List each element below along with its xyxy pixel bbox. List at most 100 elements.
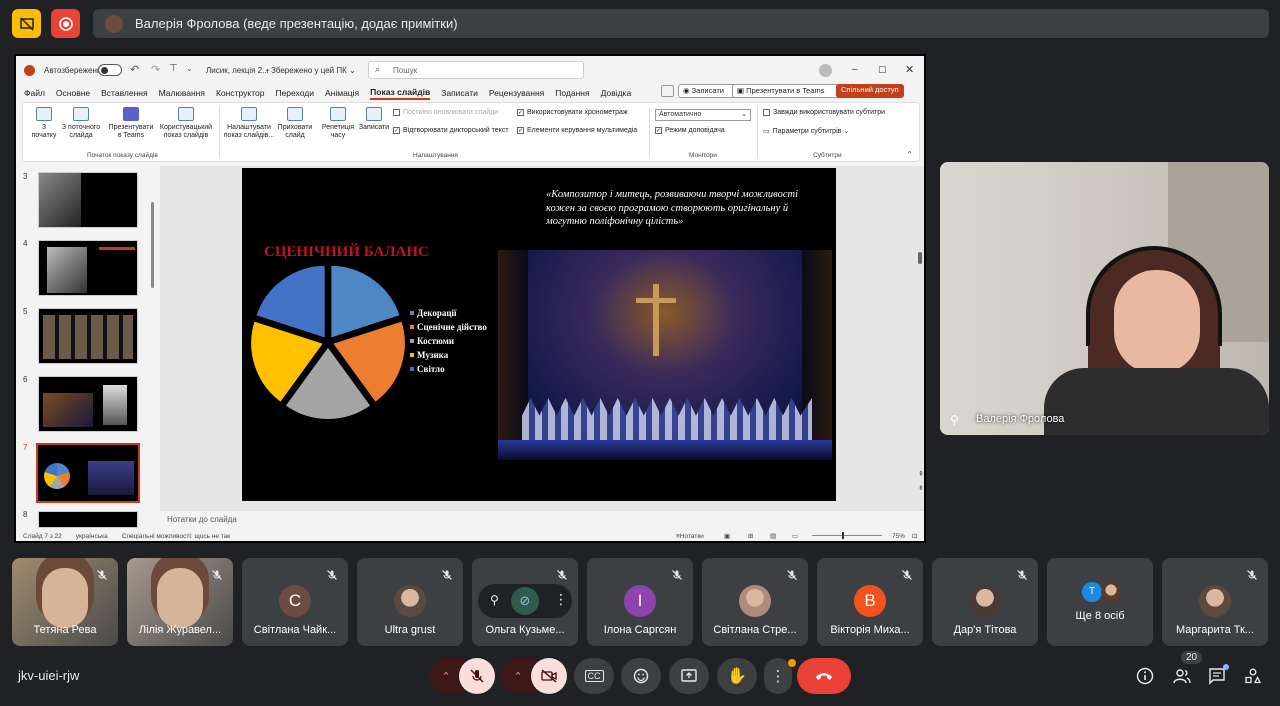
participant-tile[interactable]: В Вікторія Миха... bbox=[817, 558, 923, 646]
present-icon[interactable]: ⊤ bbox=[169, 63, 178, 74]
sorter-view-icon[interactable]: ⊞ bbox=[748, 532, 753, 540]
rehearse-button[interactable]: Репетиція часу bbox=[319, 107, 357, 140]
chat-button[interactable] bbox=[1208, 664, 1229, 690]
present-off-button[interactable] bbox=[12, 9, 41, 38]
mic-off-icon bbox=[470, 669, 484, 683]
reactions-button[interactable] bbox=[621, 658, 661, 694]
slide-thumbnail-3[interactable] bbox=[38, 172, 138, 228]
tab-view[interactable]: Подання bbox=[555, 88, 589, 98]
prev-slide-icon[interactable]: ⇞ bbox=[918, 470, 924, 478]
language-status[interactable]: українська bbox=[76, 533, 108, 540]
mic-toggle-button[interactable] bbox=[459, 658, 495, 694]
redo-icon[interactable]: ↷ bbox=[151, 63, 160, 76]
tab-animations[interactable]: Анімація bbox=[325, 88, 359, 98]
slide-thumbnail-7-selected[interactable] bbox=[36, 443, 140, 503]
tab-slideshow[interactable]: Показ слайдів bbox=[370, 87, 431, 100]
camera-options-button[interactable]: ⌃ bbox=[501, 658, 535, 694]
participant-tile[interactable]: Лілія Журавел... bbox=[127, 558, 233, 646]
hide-slide-button[interactable]: Приховати слайд bbox=[276, 107, 314, 140]
participant-tile[interactable]: Дар'я Тітова bbox=[932, 558, 1038, 646]
participant-tile[interactable]: С Світлана Чайк... bbox=[242, 558, 348, 646]
more-options-button[interactable]: ⋮ bbox=[764, 658, 796, 694]
participant-tile[interactable]: Ultra grust bbox=[357, 558, 463, 646]
normal-view-icon[interactable]: ▣ bbox=[724, 532, 730, 540]
editor-scrollbar[interactable] bbox=[918, 252, 922, 264]
participant-tile[interactable]: Тетяна Рева bbox=[12, 558, 118, 646]
slide-thumbnail-8[interactable] bbox=[38, 511, 138, 528]
raise-hand-button[interactable]: ✋ bbox=[717, 658, 757, 694]
record-ribbon-button[interactable]: Записати bbox=[357, 107, 391, 132]
participant-tile[interactable]: Світлана Стре... bbox=[702, 558, 808, 646]
media-controls-checkbox[interactable]: ✓ Елементи керування мультимедіа bbox=[517, 127, 637, 134]
zoom-slider[interactable] bbox=[812, 532, 882, 539]
presenter-video-tile[interactable]: ⚲ Валерія Фролова bbox=[940, 162, 1269, 435]
setup-show-button[interactable]: Налаштувати показ слайдів... bbox=[223, 107, 275, 140]
pin-icon[interactable]: ⚲ bbox=[490, 593, 499, 607]
loop-updated-checkbox[interactable]: Постійно оновлювати слайди bbox=[393, 109, 498, 116]
thumbnails-scrollbar[interactable] bbox=[151, 202, 154, 288]
more-vert-icon[interactable]: ⋮ bbox=[554, 591, 568, 608]
meeting-code[interactable]: jkv-uiei-rjw bbox=[18, 668, 79, 683]
comments-icon[interactable] bbox=[661, 85, 674, 97]
record-button[interactable]: ◉ Записати bbox=[678, 84, 740, 98]
slide-thumbnail-5[interactable] bbox=[38, 308, 138, 364]
user-avatar[interactable] bbox=[819, 64, 832, 77]
tab-transitions[interactable]: Переходи bbox=[275, 88, 314, 98]
tab-draw[interactable]: Малювання bbox=[159, 88, 205, 98]
mic-options-button[interactable]: ⌃ bbox=[429, 658, 463, 694]
reading-view-icon[interactable]: ▤ bbox=[770, 532, 776, 540]
captions-button[interactable]: CC bbox=[574, 658, 614, 694]
presenter-view-checkbox[interactable]: ✓ Режим доповідача bbox=[655, 127, 725, 134]
custom-show-button[interactable]: Користувацький показ слайдів bbox=[157, 107, 215, 140]
minimize-icon[interactable]: – bbox=[852, 64, 858, 75]
tab-record[interactable]: Записати bbox=[441, 88, 478, 98]
teams-button[interactable]: ▣ Презентувати в Teams bbox=[732, 84, 841, 98]
mute-participant-button[interactable]: ⊘ bbox=[511, 587, 539, 615]
customize-qat-icon[interactable]: ⌄ bbox=[186, 64, 193, 73]
always-subtitles-checkbox[interactable]: Завжди використовувати субтитри bbox=[763, 109, 885, 116]
subtitle-settings-button[interactable]: ▭ Параметри субтитрів ⌄ bbox=[763, 127, 849, 136]
undo-icon[interactable]: ↶ bbox=[130, 63, 139, 76]
use-timings-checkbox[interactable]: ✓ Використовувати хронометраж bbox=[517, 109, 628, 116]
recording-button[interactable] bbox=[51, 9, 80, 38]
tab-insert[interactable]: Вставлення bbox=[101, 88, 147, 98]
fit-slide-icon[interactable]: ⊡ bbox=[912, 532, 917, 540]
tab-file[interactable]: Файл bbox=[24, 88, 45, 98]
people-button[interactable]: 20 bbox=[1172, 651, 1203, 690]
participant-tile[interactable]: І Ілона Саргсян bbox=[587, 558, 693, 646]
close-icon[interactable]: ✕ bbox=[905, 63, 914, 76]
slide-thumbnail-4[interactable] bbox=[38, 240, 138, 296]
autosave-toggle[interactable] bbox=[98, 64, 122, 76]
from-start-button[interactable]: З початку bbox=[29, 107, 59, 140]
saved-status[interactable]: • Збережено у цей ПК ⌄ bbox=[266, 66, 356, 75]
accessibility-status[interactable]: Спеціальні можливості: щось не так bbox=[122, 533, 230, 540]
notes-toggle[interactable]: ≡Нотатки bbox=[676, 533, 704, 540]
monitor-select[interactable]: Автоматично ⌄ bbox=[655, 109, 751, 121]
pin-icon[interactable]: ⚲ bbox=[950, 413, 959, 427]
search-box[interactable]: ⌕ Пошук bbox=[368, 61, 584, 79]
from-current-button[interactable]: З поточного слайда bbox=[59, 107, 103, 140]
leave-call-button[interactable] bbox=[797, 658, 851, 694]
tab-help[interactable]: Довідка bbox=[601, 88, 632, 98]
slideshow-view-icon[interactable]: ▭ bbox=[792, 532, 798, 540]
participant-tile[interactable]: T Ще 8 осіб bbox=[1047, 558, 1153, 646]
slide-thumbnail-6[interactable] bbox=[38, 376, 138, 432]
next-slide-icon[interactable]: ⇟ bbox=[918, 484, 924, 492]
notes-pane[interactable]: Нотатки до слайда bbox=[160, 510, 924, 528]
current-slide[interactable]: «Композитор і митець, розвиваючи творчі … bbox=[242, 168, 836, 501]
tab-review[interactable]: Рецензування bbox=[489, 88, 544, 98]
activities-button[interactable] bbox=[1244, 667, 1262, 690]
maximize-icon[interactable]: ▢ bbox=[878, 64, 887, 75]
camera-toggle-button[interactable] bbox=[531, 658, 567, 694]
tab-home[interactable]: Основне bbox=[56, 88, 90, 98]
play-narration-checkbox[interactable]: ✓ Відтворювати дикторський текст bbox=[393, 127, 509, 134]
collapse-ribbon-icon[interactable]: ⌃ bbox=[906, 150, 913, 159]
meeting-info-button[interactable] bbox=[1136, 667, 1154, 690]
zoom-level[interactable]: 75% bbox=[892, 533, 905, 540]
present-button[interactable] bbox=[669, 658, 709, 694]
participant-tile[interactable]: Маргарита Тк... bbox=[1162, 558, 1268, 646]
tab-design[interactable]: Конструктор bbox=[216, 88, 264, 98]
participant-tile[interactable]: ⚲ ⊘ ⋮ Ольга Кузьме... bbox=[472, 558, 578, 646]
present-teams-button[interactable]: Презентувати в Teams bbox=[107, 107, 155, 140]
share-button[interactable]: Спільний доступ bbox=[836, 84, 904, 98]
